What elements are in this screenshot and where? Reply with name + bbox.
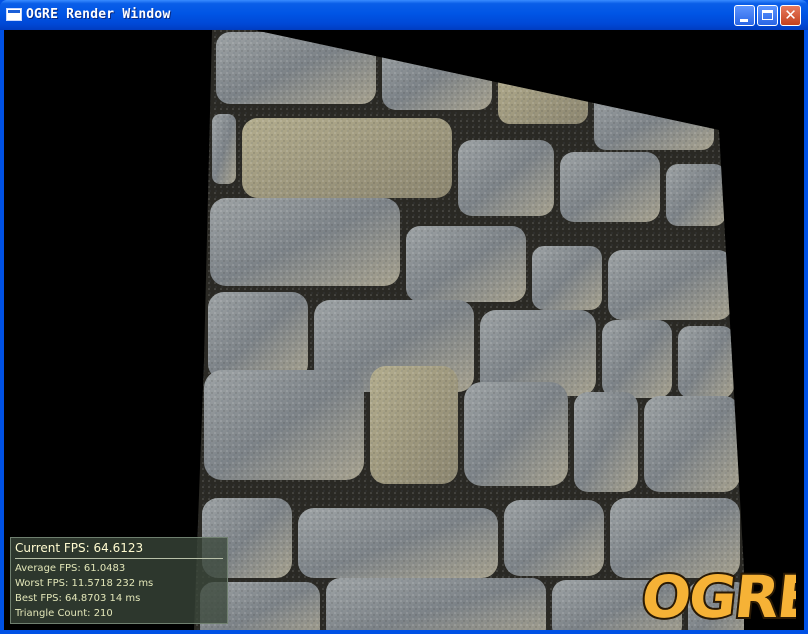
worst-fps: Worst FPS: 11.5718 232 ms (15, 578, 154, 589)
render-viewport[interactable]: Current FPS: 64.6123 Average FPS: 61.048… (4, 30, 804, 630)
maximize-button[interactable] (757, 5, 778, 26)
best-fps: Best FPS: 64.8703 14 ms (15, 593, 141, 604)
ogre-logo: OGRE (640, 561, 796, 629)
maximize-icon (762, 10, 773, 20)
fps-stats-panel: Current FPS: 64.6123 Average FPS: 61.048… (10, 537, 228, 624)
window-icon[interactable] (6, 8, 22, 21)
average-fps: Average FPS: 61.0483 (15, 563, 126, 574)
current-fps: Current FPS: 64.6123 (15, 541, 144, 555)
triangle-count: Triangle Count: 210 (15, 608, 113, 619)
window-title: OGRE Render Window (26, 7, 171, 22)
close-button[interactable]: ✕ (780, 5, 801, 26)
minimize-button[interactable] (734, 5, 755, 26)
close-icon: ✕ (784, 6, 797, 24)
minimize-icon (740, 19, 748, 22)
stats-divider (15, 558, 223, 559)
ogre-logo-text: OGRE (640, 563, 796, 629)
ogre-render-window: OGRE Render Window ✕ Current FPS: 64.612… (0, 0, 808, 634)
title-bar[interactable]: OGRE Render Window ✕ (0, 0, 808, 30)
